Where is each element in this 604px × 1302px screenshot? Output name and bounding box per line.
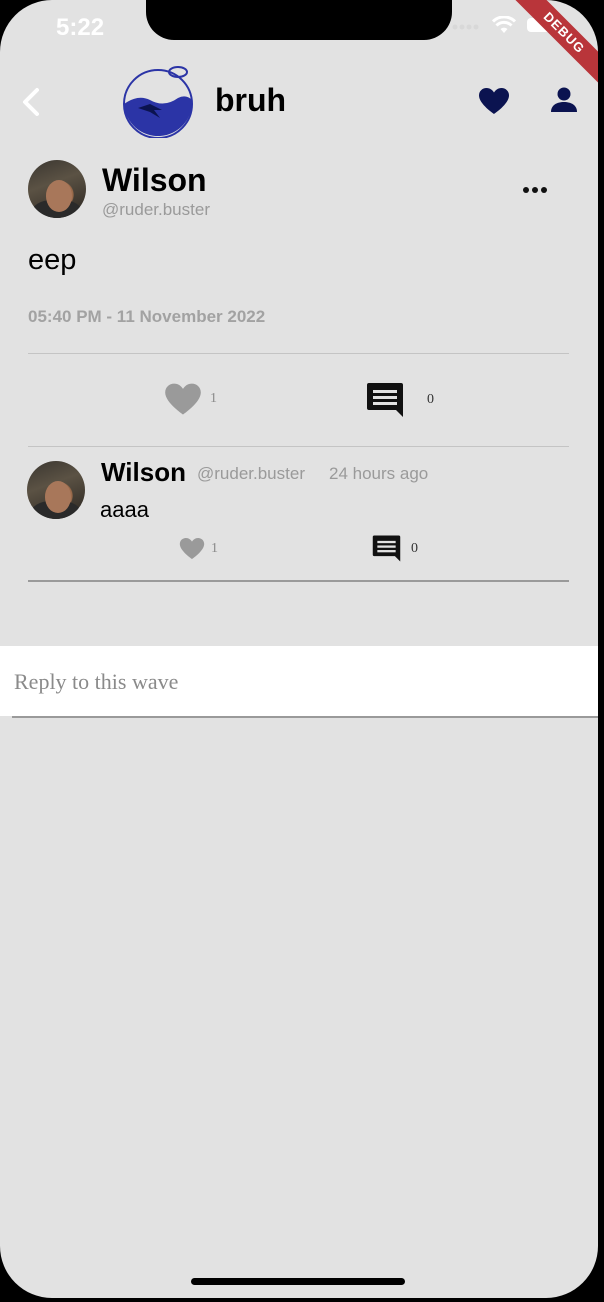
reply-like-count: 1: [211, 540, 218, 556]
avatar-face: [46, 180, 72, 212]
more-options-icon[interactable]: [522, 186, 548, 194]
app-title: bruh: [215, 82, 287, 118]
reply-bar: [0, 646, 598, 716]
app-bar: bruh: [0, 60, 598, 142]
status-time: 5:22: [56, 14, 105, 41]
reply-comment-count: 0: [411, 540, 418, 556]
heart-icon[interactable]: [478, 87, 510, 115]
post-comment-count: 0: [427, 392, 434, 407]
post-comment-action[interactable]: 0: [366, 381, 434, 419]
phone-screen: 5:22 DEBUG bruh Wilson @ruder.buster eep…: [0, 0, 598, 1298]
post-author[interactable]: Wilson: [102, 162, 207, 199]
reply-divider: [28, 580, 569, 582]
reply-like-action[interactable]: 1: [179, 537, 218, 560]
avatar-face: [45, 481, 71, 513]
post-timestamp: 05:40 PM - 11 November 2022: [28, 307, 266, 326]
post-like-action[interactable]: 1: [164, 382, 217, 416]
reply-author[interactable]: Wilson: [101, 457, 186, 488]
reply-handle: @ruder.buster: [197, 464, 305, 483]
heart-icon[interactable]: [179, 537, 205, 560]
post-handle: @ruder.buster: [102, 200, 210, 219]
home-indicator[interactable]: [191, 1278, 405, 1285]
comment-icon[interactable]: [372, 534, 401, 563]
post-body: eep: [28, 244, 77, 276]
reply-comment-action[interactable]: 0: [372, 534, 418, 563]
avatar[interactable]: [28, 160, 86, 218]
post-divider-top: [28, 353, 569, 354]
notch: [146, 0, 452, 40]
signal-icon: [452, 24, 479, 30]
reply-time: 24 hours ago: [329, 464, 429, 483]
reply-text: aaaa: [100, 497, 149, 522]
back-icon[interactable]: [20, 87, 42, 117]
reply-input-underline: [12, 716, 598, 718]
person-icon[interactable]: [549, 87, 579, 113]
comment-icon[interactable]: [366, 381, 404, 419]
post-header: Wilson @ruder.buster: [28, 160, 570, 222]
reply-avatar[interactable]: [27, 461, 85, 519]
post-divider-bottom: [28, 446, 569, 447]
heart-icon[interactable]: [164, 382, 202, 416]
reply-input[interactable]: [12, 656, 596, 708]
fishbowl-logo: [123, 66, 193, 138]
wifi-icon: [492, 16, 516, 33]
post-like-count: 1: [210, 391, 217, 406]
